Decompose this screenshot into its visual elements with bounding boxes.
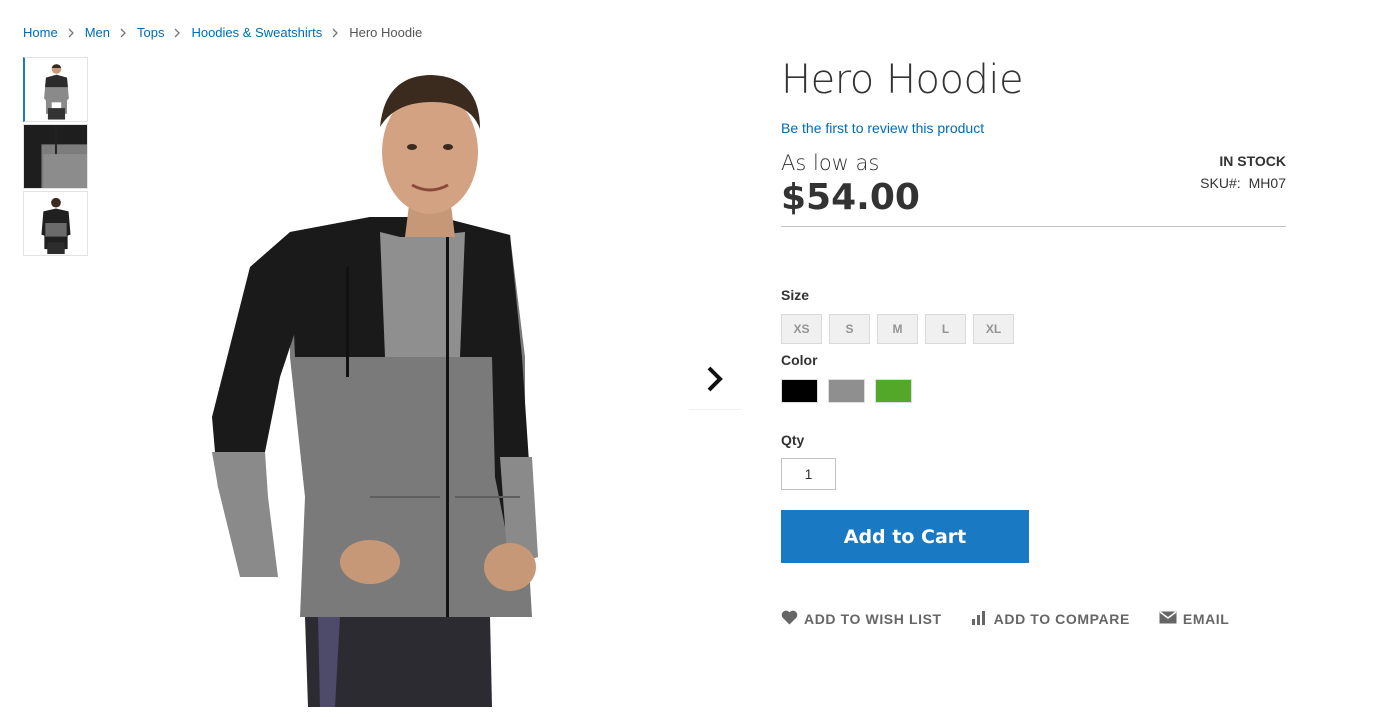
- product-info: Hero Hoodie Be the first to review this …: [781, 56, 1286, 628]
- size-option-xs[interactable]: XS: [781, 314, 822, 344]
- email-label: EMAIL: [1182, 611, 1230, 627]
- color-label: Color: [781, 352, 818, 368]
- thumbnail-front-view[interactable]: [23, 57, 88, 122]
- size-label: Size: [781, 287, 810, 303]
- breadcrumb-men[interactable]: Men: [85, 25, 110, 40]
- qty-label: Qty: [781, 432, 805, 448]
- add-to-cart-button[interactable]: Add to Cart: [781, 510, 1029, 563]
- size-option-xl[interactable]: XL: [973, 314, 1014, 344]
- breadcrumb-current: Hero Hoodie: [349, 24, 423, 40]
- heart-icon: [781, 610, 804, 628]
- chevron-right-icon: [164, 24, 191, 40]
- size-option-l[interactable]: L: [925, 314, 966, 344]
- price-prefix: As low as: [781, 151, 880, 175]
- product-main-image: [140, 57, 680, 707]
- add-to-wishlist-button[interactable]: ADD TO WISH LIST: [781, 610, 942, 628]
- add-to-compare-button[interactable]: ADD TO COMPARE: [971, 610, 1130, 628]
- color-swatch-gray[interactable]: [828, 379, 865, 403]
- product-title: Hero Hoodie: [781, 57, 1024, 103]
- sku-label: SKU#:: [1200, 175, 1241, 191]
- size-options: XS S M L XL: [781, 314, 1286, 344]
- breadcrumb-home[interactable]: Home: [23, 25, 58, 40]
- chevron-right-icon: [706, 365, 724, 398]
- breadcrumb-tops[interactable]: Tops: [137, 25, 164, 40]
- gallery-next-button[interactable]: [689, 354, 741, 410]
- envelope-icon: [1159, 611, 1183, 627]
- thumbnail-detail-view[interactable]: [23, 124, 88, 189]
- chevron-right-icon: [322, 24, 349, 40]
- qty-input[interactable]: [781, 458, 836, 490]
- color-swatch-green[interactable]: [875, 379, 912, 403]
- chevron-right-icon: [58, 24, 85, 40]
- wishlist-label: ADD TO WISH LIST: [804, 611, 942, 627]
- chevron-right-icon: [110, 24, 137, 40]
- size-option-m[interactable]: M: [877, 314, 918, 344]
- email-button[interactable]: EMAIL: [1159, 611, 1230, 627]
- color-options: [781, 379, 1286, 403]
- gallery-thumbnails: [23, 57, 88, 258]
- size-option-s[interactable]: S: [829, 314, 870, 344]
- product-actions: ADD TO WISH LIST ADD TO COMPARE EMAIL: [781, 610, 1286, 628]
- sku-value: MH07: [1248, 175, 1286, 191]
- review-link[interactable]: Be the first to review this product: [781, 120, 1286, 136]
- sku: SKU#: MH07: [1200, 175, 1286, 191]
- price-box: As low as $54.00 IN STOCK SKU#: MH07: [781, 151, 1286, 227]
- breadcrumb: Home Men Tops Hoodies & Sweatshirts Hero…: [23, 24, 422, 40]
- compare-label: ADD TO COMPARE: [993, 611, 1130, 627]
- thumbnail-back-view[interactable]: [23, 191, 88, 256]
- color-swatch-black[interactable]: [781, 379, 818, 403]
- bar-chart-icon: [971, 610, 994, 628]
- breadcrumb-hoodies-sweatshirts[interactable]: Hoodies & Sweatshirts: [191, 25, 322, 40]
- stock-status: IN STOCK: [1219, 153, 1286, 169]
